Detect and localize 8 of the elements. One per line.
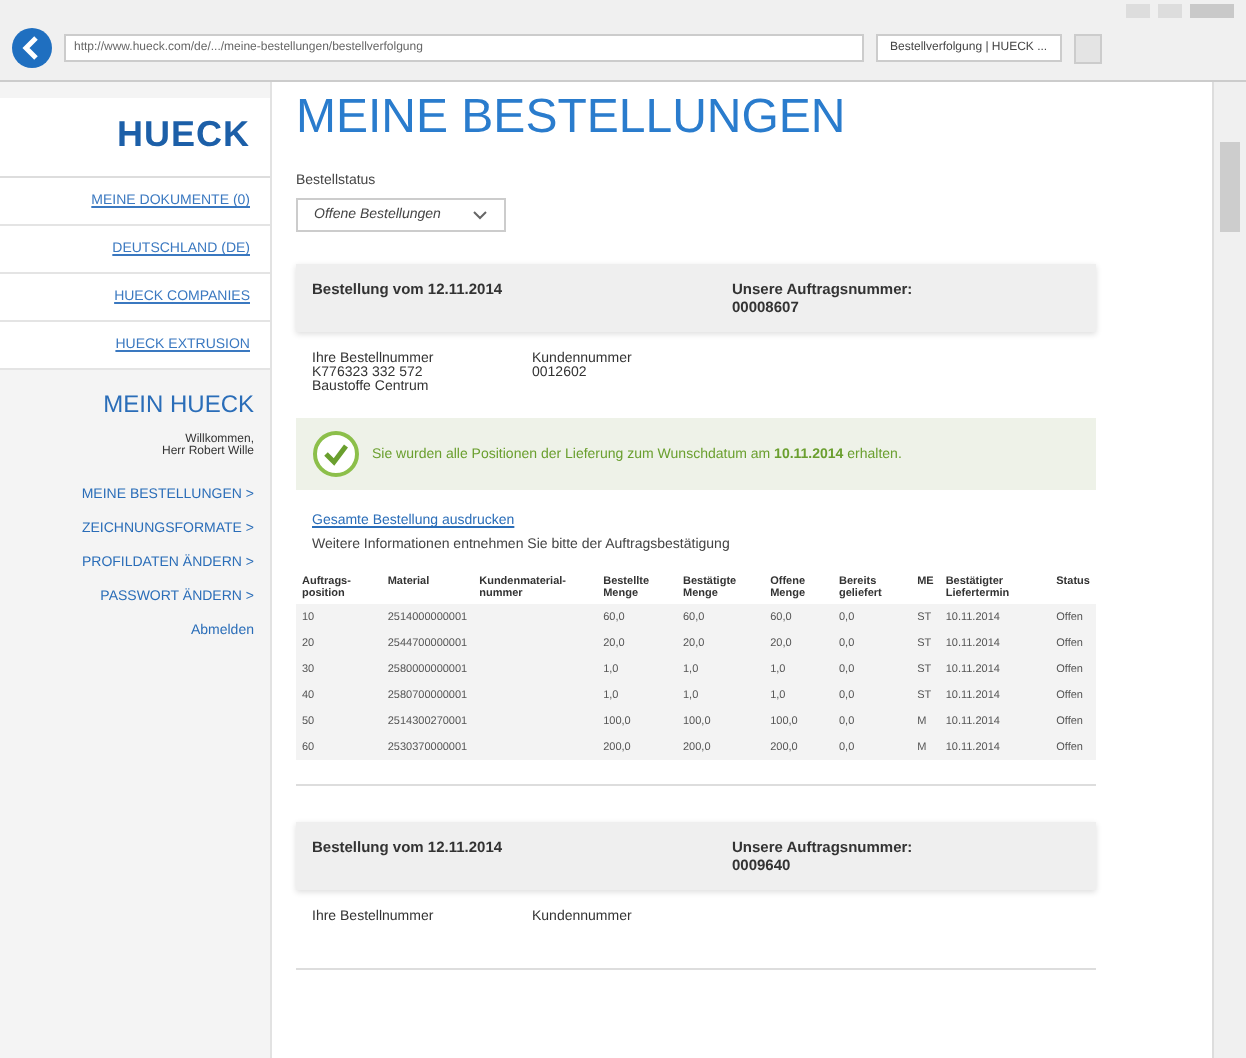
- close-button[interactable]: [1190, 4, 1234, 18]
- scrollbar[interactable]: [1212, 82, 1246, 1058]
- check-icon: [312, 430, 360, 478]
- page-title: MEINE BESTELLUNGEN: [296, 90, 848, 146]
- account-title: MEIN HUECK: [101, 390, 256, 422]
- new-tab-button[interactable]: [1073, 33, 1102, 63]
- back-icon[interactable]: [12, 28, 52, 68]
- caret-icon: [472, 210, 489, 220]
